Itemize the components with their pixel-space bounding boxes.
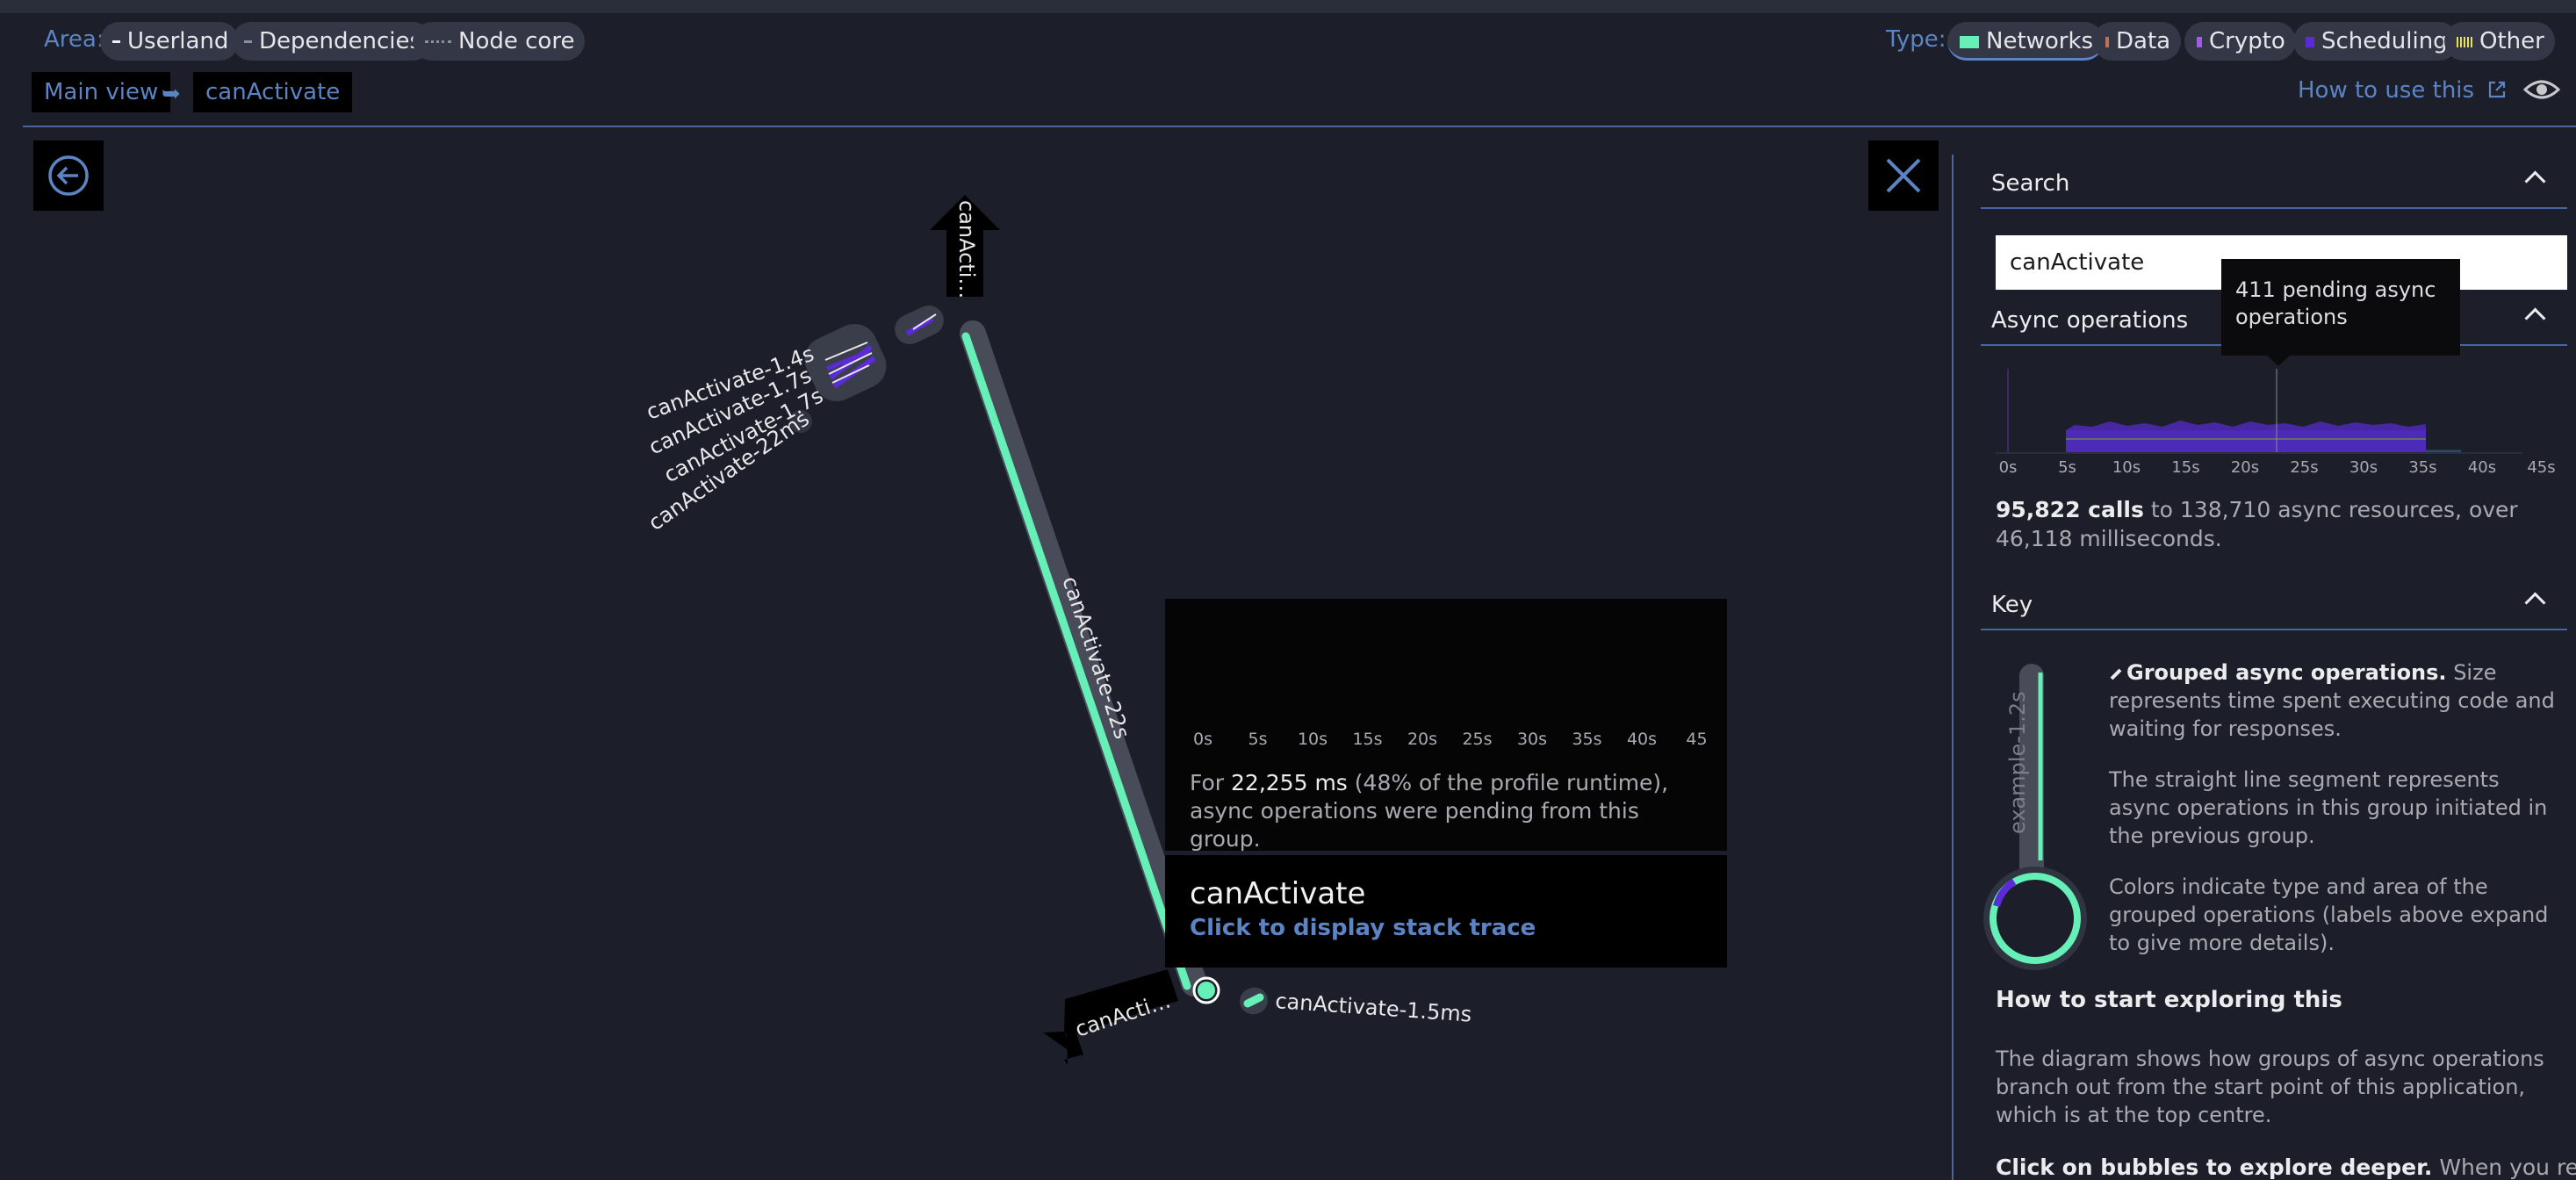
userland-swatch-icon <box>112 40 120 43</box>
axis-tick-label: 5s <box>2058 458 2076 477</box>
key-section-title: Key <box>1991 592 2033 618</box>
side-panel-divider <box>1952 155 1954 1180</box>
key-example-graphic: example-1.2s <box>1983 664 2087 970</box>
explore-bubbles-text: Click on bubbles to explore deeper. When… <box>1996 1155 2576 1180</box>
type-chip-scheduling[interactable]: Scheduling <box>2293 22 2458 61</box>
crypto-swatch-icon <box>2197 36 2202 47</box>
key-section-header[interactable]: Key <box>1981 579 2567 630</box>
async-section-title: Async operations <box>1991 307 2189 334</box>
example-label: example-1.2s <box>2005 691 2030 834</box>
type-chip-other[interactable]: Other <box>2444 22 2555 61</box>
axis-tick-label: 15s <box>2171 458 2199 477</box>
axis-tick-label: 45 <box>1686 730 1707 749</box>
axis-tick-label: 40s <box>2468 458 2496 477</box>
axis-tick-label: 5s <box>1248 730 1268 749</box>
external-link-icon <box>2489 81 2506 98</box>
tooltip-pending-text: For 22,255 ms (48% of the profile runtim… <box>1190 770 1669 852</box>
axis-tick-label: 0s <box>1999 458 2018 477</box>
collapse-chevron-icon <box>2524 307 2546 329</box>
stack-trace-link[interactable]: Click to display stack trace <box>1190 915 1536 941</box>
end-node[interactable] <box>1192 976 1220 1004</box>
data-swatch-icon <box>2105 36 2109 47</box>
other-swatch-icon <box>2457 36 2472 47</box>
async-operations-timeline[interactable]: 0s 5s 10s 15s 20s 25s 30s 35s 40s 45s <box>1996 360 2566 483</box>
search-section-header[interactable]: Search <box>1981 158 2567 209</box>
line-description: The straight line segment represents asy… <box>2109 767 2548 848</box>
axis-tick-label: 40s <box>1627 730 1657 749</box>
search-section-title: Search <box>1991 170 2070 197</box>
dependencies-swatch-icon <box>244 40 252 43</box>
breadcrumb-main-view[interactable]: Main view <box>32 72 171 112</box>
axis-tick-label: 30s <box>2349 458 2378 477</box>
popup-pointer <box>2265 354 2292 366</box>
axis-tick-label: 25s <box>1462 730 1492 749</box>
breadcrumb-current[interactable]: canActivate <box>193 72 353 112</box>
explore-title: How to start exploring this <box>1996 987 2342 1013</box>
collapse-chevron-icon <box>2524 592 2546 614</box>
axis-tick-label: 20s <box>1407 730 1437 749</box>
axis-tick-label: 15s <box>1352 730 1382 749</box>
pending-ops-popup: 411 pending async operations <box>2221 259 2460 356</box>
grouped-description: Grouped async operations. Size represent… <box>2109 660 2555 741</box>
axis-tick-label: 45s <box>2527 458 2555 477</box>
networks-swatch-icon <box>1960 35 1979 48</box>
axis-tick-label: 20s <box>2231 458 2259 477</box>
collapse-chevron-icon <box>2524 170 2546 192</box>
area-chip-userland[interactable]: Userland <box>100 22 240 61</box>
axis-tick-label: 30s <box>1517 730 1547 749</box>
node-core-swatch-icon <box>425 40 451 43</box>
area-chip-node-core[interactable]: Node core <box>413 22 586 61</box>
top-arrow-label: canActi… <box>954 200 979 299</box>
scheduling-swatch-icon <box>2306 36 2314 47</box>
breadcrumb-separator: ➥ <box>162 81 181 107</box>
type-chip-data[interactable]: Data <box>2093 22 2182 61</box>
type-chip-networks[interactable]: Networks <box>1947 22 2105 61</box>
axis-tick-label: 0s <box>1193 730 1212 749</box>
axis-tick-label: 10s <box>2112 458 2141 477</box>
axis-tick-label: 25s <box>2290 458 2318 477</box>
type-filter-label: Type: <box>1886 26 1946 53</box>
calls-summary: 95,822 calls to 138,710 async resources,… <box>1996 497 2518 551</box>
axis-tick-label: 10s <box>1298 730 1328 749</box>
type-chip-crypto[interactable]: Crypto <box>2184 22 2296 61</box>
area-chip-dependencies[interactable]: Dependencies <box>232 22 433 61</box>
small-node-lower[interactable] <box>1236 983 1271 1018</box>
tooltip-title: canActivate <box>1190 876 1366 911</box>
tooltip-timeline: 0s 5s 10s 15s 20s 25s 30s 35s 40s 45 <box>1193 730 1708 749</box>
main-branch[interactable]: canActivate-22s <box>960 320 1207 997</box>
top-strip <box>0 0 2576 13</box>
colors-description: Colors indicate type and area of the gro… <box>2109 874 2549 955</box>
eye-icon[interactable] <box>2523 77 2560 102</box>
top-branch-arrow[interactable]: canActi… <box>930 195 1000 299</box>
axis-tick-label: 35s <box>1572 730 1601 749</box>
area-filter-label: Area: <box>44 26 104 53</box>
explore-description: The diagram shows how groups of async op… <box>1996 1047 2544 1127</box>
how-to-use-link[interactable]: How to use this <box>2298 77 2508 104</box>
axis-tick-label: 35s <box>2408 458 2436 477</box>
bottom-branch-arrow[interactable]: canActi… <box>1043 969 1178 1065</box>
small-node-upper[interactable] <box>890 300 949 349</box>
tooltip-title-box[interactable] <box>1165 855 1727 968</box>
small-node-label: canActivate-1.5ms <box>1275 989 1473 1027</box>
